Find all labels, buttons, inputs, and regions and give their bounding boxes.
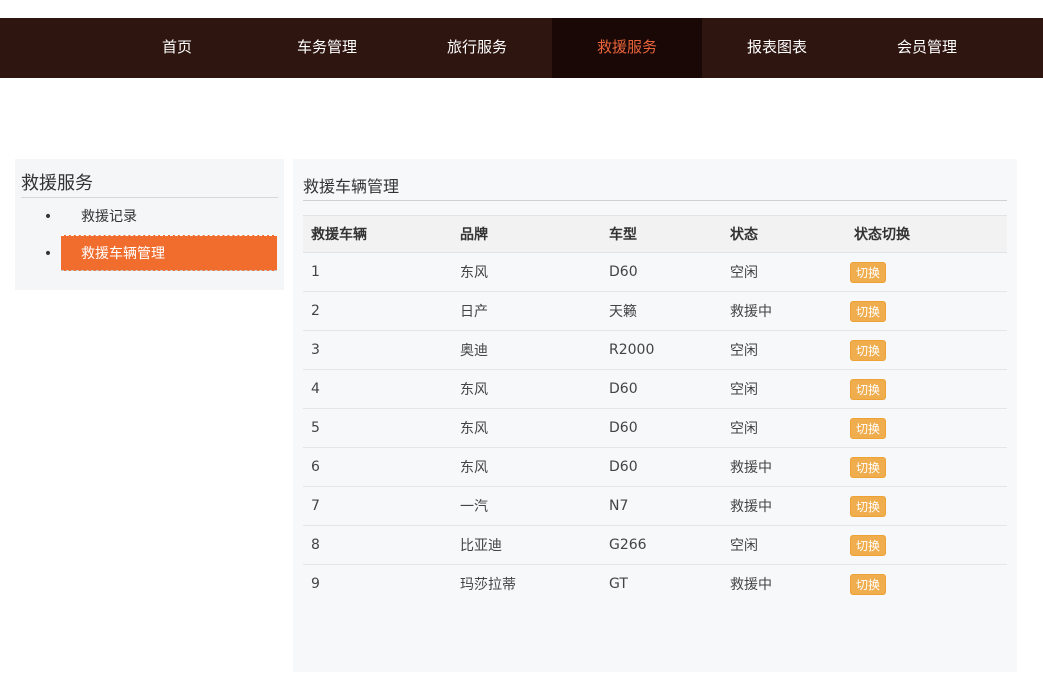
- top-navbar: 首页 车务管理 旅行服务 救援服务 报表图表 会员管理: [0, 18, 1043, 78]
- main-panel: 救援车辆管理 救援车辆 品牌 车型 状态 状态切换 1 东风 D60 空闲 切换: [293, 159, 1017, 672]
- cell-brand: 东风: [452, 448, 601, 487]
- table-row: 5 东风 D60 空闲 切换: [303, 409, 1007, 448]
- sidebar-item-rescue-records[interactable]: • 救援记录: [61, 199, 277, 235]
- cell-status: 救援中: [722, 292, 846, 331]
- cell-brand: 东风: [452, 253, 601, 292]
- page-title: 救援车辆管理: [303, 173, 399, 197]
- table-row: 1 东风 D60 空闲 切换: [303, 253, 1007, 292]
- cell-model: R2000: [601, 331, 722, 370]
- column-header-toggle: 状态切换: [846, 216, 1007, 253]
- table-header-row: 救援车辆 品牌 车型 状态 状态切换: [303, 216, 1007, 253]
- table-row: 7 一汽 N7 救援中 切换: [303, 487, 1007, 526]
- cell-status: 空闲: [722, 253, 846, 292]
- nav-item-home[interactable]: 首页: [102, 18, 252, 78]
- nav-item-vehicle-affairs[interactable]: 车务管理: [252, 18, 402, 78]
- nav-item-member-management[interactable]: 会员管理: [852, 18, 1002, 78]
- cell-brand: 玛莎拉蒂: [452, 565, 601, 604]
- cell-status: 空闲: [722, 526, 846, 565]
- column-header-brand: 品牌: [452, 216, 601, 253]
- toggle-status-button[interactable]: 切换: [850, 340, 886, 361]
- cell-model: D60: [601, 370, 722, 409]
- cell-toggle: 切换: [846, 565, 1007, 604]
- bullet-icon: •: [43, 236, 53, 272]
- table-row: 8 比亚迪 G266 空闲 切换: [303, 526, 1007, 565]
- nav-item-travel-service[interactable]: 旅行服务: [402, 18, 552, 78]
- column-header-vehicle: 救援车辆: [303, 216, 452, 253]
- cell-vehicle-id: 4: [303, 370, 452, 409]
- column-header-model: 车型: [601, 216, 722, 253]
- title-divider: [303, 200, 1007, 201]
- cell-model: G266: [601, 526, 722, 565]
- cell-toggle: 切换: [846, 409, 1007, 448]
- cell-vehicle-id: 9: [303, 565, 452, 604]
- cell-vehicle-id: 8: [303, 526, 452, 565]
- cell-model: N7: [601, 487, 722, 526]
- sidebar-title: 救援服务: [21, 169, 93, 195]
- cell-vehicle-id: 2: [303, 292, 452, 331]
- sidebar-item-label: 救援车辆管理: [81, 246, 165, 262]
- cell-brand: 奥迪: [452, 331, 601, 370]
- cell-toggle: 切换: [846, 370, 1007, 409]
- cell-status: 空闲: [722, 331, 846, 370]
- toggle-status-button[interactable]: 切换: [850, 262, 886, 283]
- cell-model: GT: [601, 565, 722, 604]
- cell-toggle: 切换: [846, 448, 1007, 487]
- cell-toggle: 切换: [846, 526, 1007, 565]
- cell-brand: 比亚迪: [452, 526, 601, 565]
- table-row: 9 玛莎拉蒂 GT 救援中 切换: [303, 565, 1007, 604]
- cell-status: 空闲: [722, 409, 846, 448]
- sidebar-item-rescue-vehicle-management[interactable]: • 救援车辆管理: [61, 235, 277, 271]
- table-row: 4 东风 D60 空闲 切换: [303, 370, 1007, 409]
- cell-vehicle-id: 3: [303, 331, 452, 370]
- toggle-status-button[interactable]: 切换: [850, 535, 886, 556]
- rescue-vehicle-table: 救援车辆 品牌 车型 状态 状态切换 1 东风 D60 空闲 切换 2 日产 天…: [303, 215, 1007, 604]
- toggle-status-button[interactable]: 切换: [850, 496, 886, 517]
- toggle-status-button[interactable]: 切换: [850, 418, 886, 439]
- cell-brand: 东风: [452, 409, 601, 448]
- sidebar-item-label: 救援记录: [81, 209, 137, 225]
- cell-model: D60: [601, 448, 722, 487]
- sidebar: 救援服务 • 救援记录 • 救援车辆管理: [15, 159, 284, 290]
- cell-brand: 日产: [452, 292, 601, 331]
- cell-model: D60: [601, 253, 722, 292]
- cell-vehicle-id: 1: [303, 253, 452, 292]
- cell-vehicle-id: 6: [303, 448, 452, 487]
- cell-vehicle-id: 5: [303, 409, 452, 448]
- table-row: 6 东风 D60 救援中 切换: [303, 448, 1007, 487]
- table-row: 3 奥迪 R2000 空闲 切换: [303, 331, 1007, 370]
- cell-model: 天籁: [601, 292, 722, 331]
- toggle-status-button[interactable]: 切换: [850, 301, 886, 322]
- cell-toggle: 切换: [846, 331, 1007, 370]
- cell-brand: 一汽: [452, 487, 601, 526]
- cell-toggle: 切换: [846, 253, 1007, 292]
- nav-item-reports[interactable]: 报表图表: [702, 18, 852, 78]
- cell-status: 救援中: [722, 487, 846, 526]
- cell-model: D60: [601, 409, 722, 448]
- bullet-icon: •: [43, 199, 53, 235]
- cell-toggle: 切换: [846, 292, 1007, 331]
- cell-status: 空闲: [722, 370, 846, 409]
- table-row: 2 日产 天籁 救援中 切换: [303, 292, 1007, 331]
- cell-status: 救援中: [722, 565, 846, 604]
- sidebar-divider: [21, 197, 278, 198]
- cell-status: 救援中: [722, 448, 846, 487]
- toggle-status-button[interactable]: 切换: [850, 379, 886, 400]
- cell-toggle: 切换: [846, 487, 1007, 526]
- nav-item-rescue-service[interactable]: 救援服务: [552, 18, 702, 78]
- cell-vehicle-id: 7: [303, 487, 452, 526]
- cell-brand: 东风: [452, 370, 601, 409]
- column-header-status: 状态: [722, 216, 846, 253]
- toggle-status-button[interactable]: 切换: [850, 574, 886, 595]
- toggle-status-button[interactable]: 切换: [850, 457, 886, 478]
